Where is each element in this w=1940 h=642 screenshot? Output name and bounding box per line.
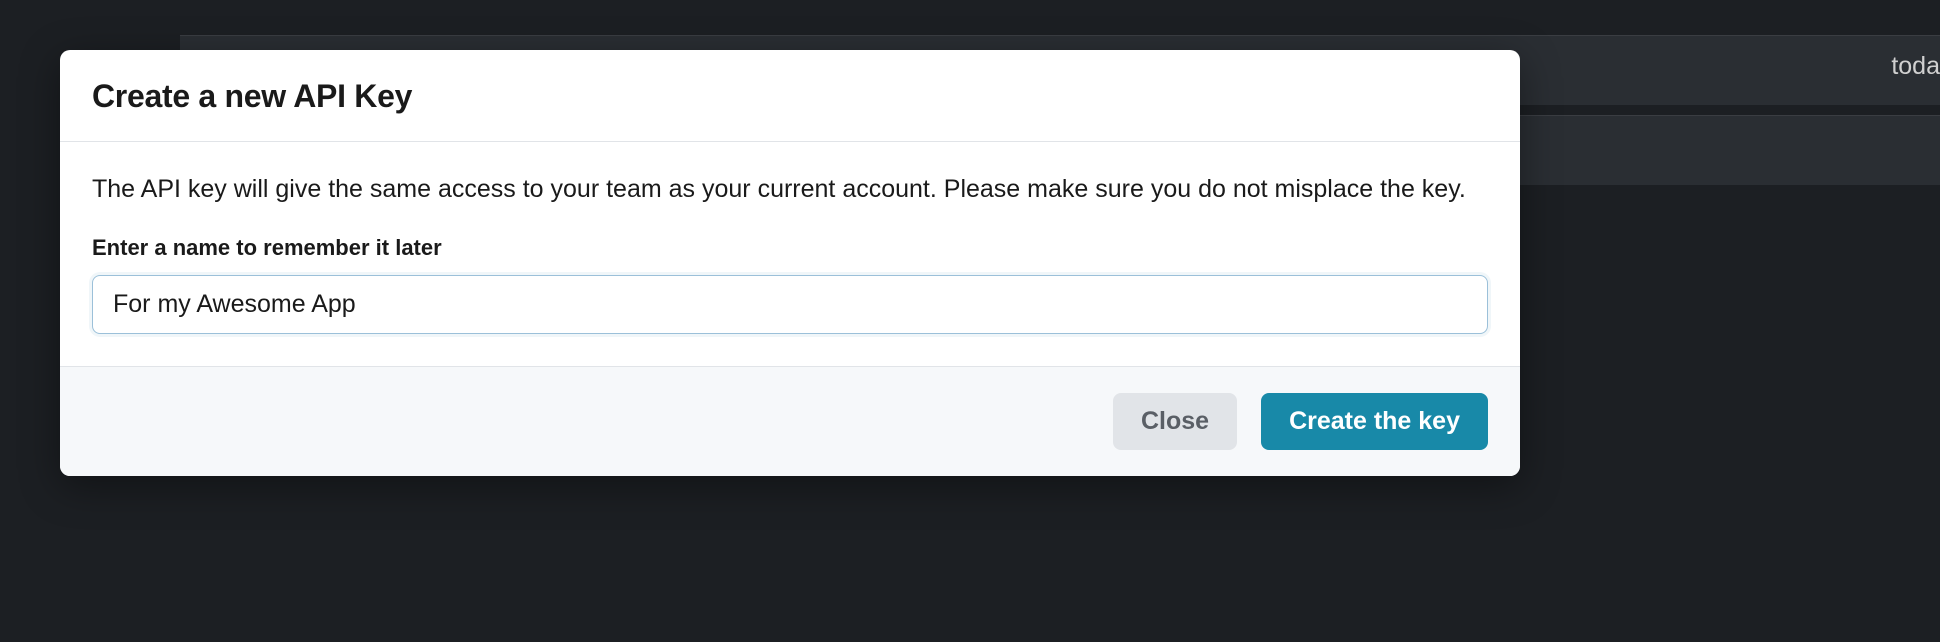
modal-description: The API key will give the same access to… — [92, 172, 1488, 207]
modal-header: Create a new API Key — [60, 50, 1520, 142]
create-api-key-modal: Create a new API Key The API key will gi… — [60, 50, 1520, 476]
create-key-button[interactable]: Create the key — [1261, 393, 1488, 450]
api-key-name-label: Enter a name to remember it later — [92, 235, 1488, 261]
background-text: toda — [1891, 52, 1940, 81]
api-key-name-input[interactable] — [92, 275, 1488, 334]
modal-footer: Close Create the key — [60, 366, 1520, 476]
close-button[interactable]: Close — [1113, 393, 1237, 450]
modal-title: Create a new API Key — [92, 78, 1488, 115]
modal-body: The API key will give the same access to… — [60, 142, 1520, 366]
